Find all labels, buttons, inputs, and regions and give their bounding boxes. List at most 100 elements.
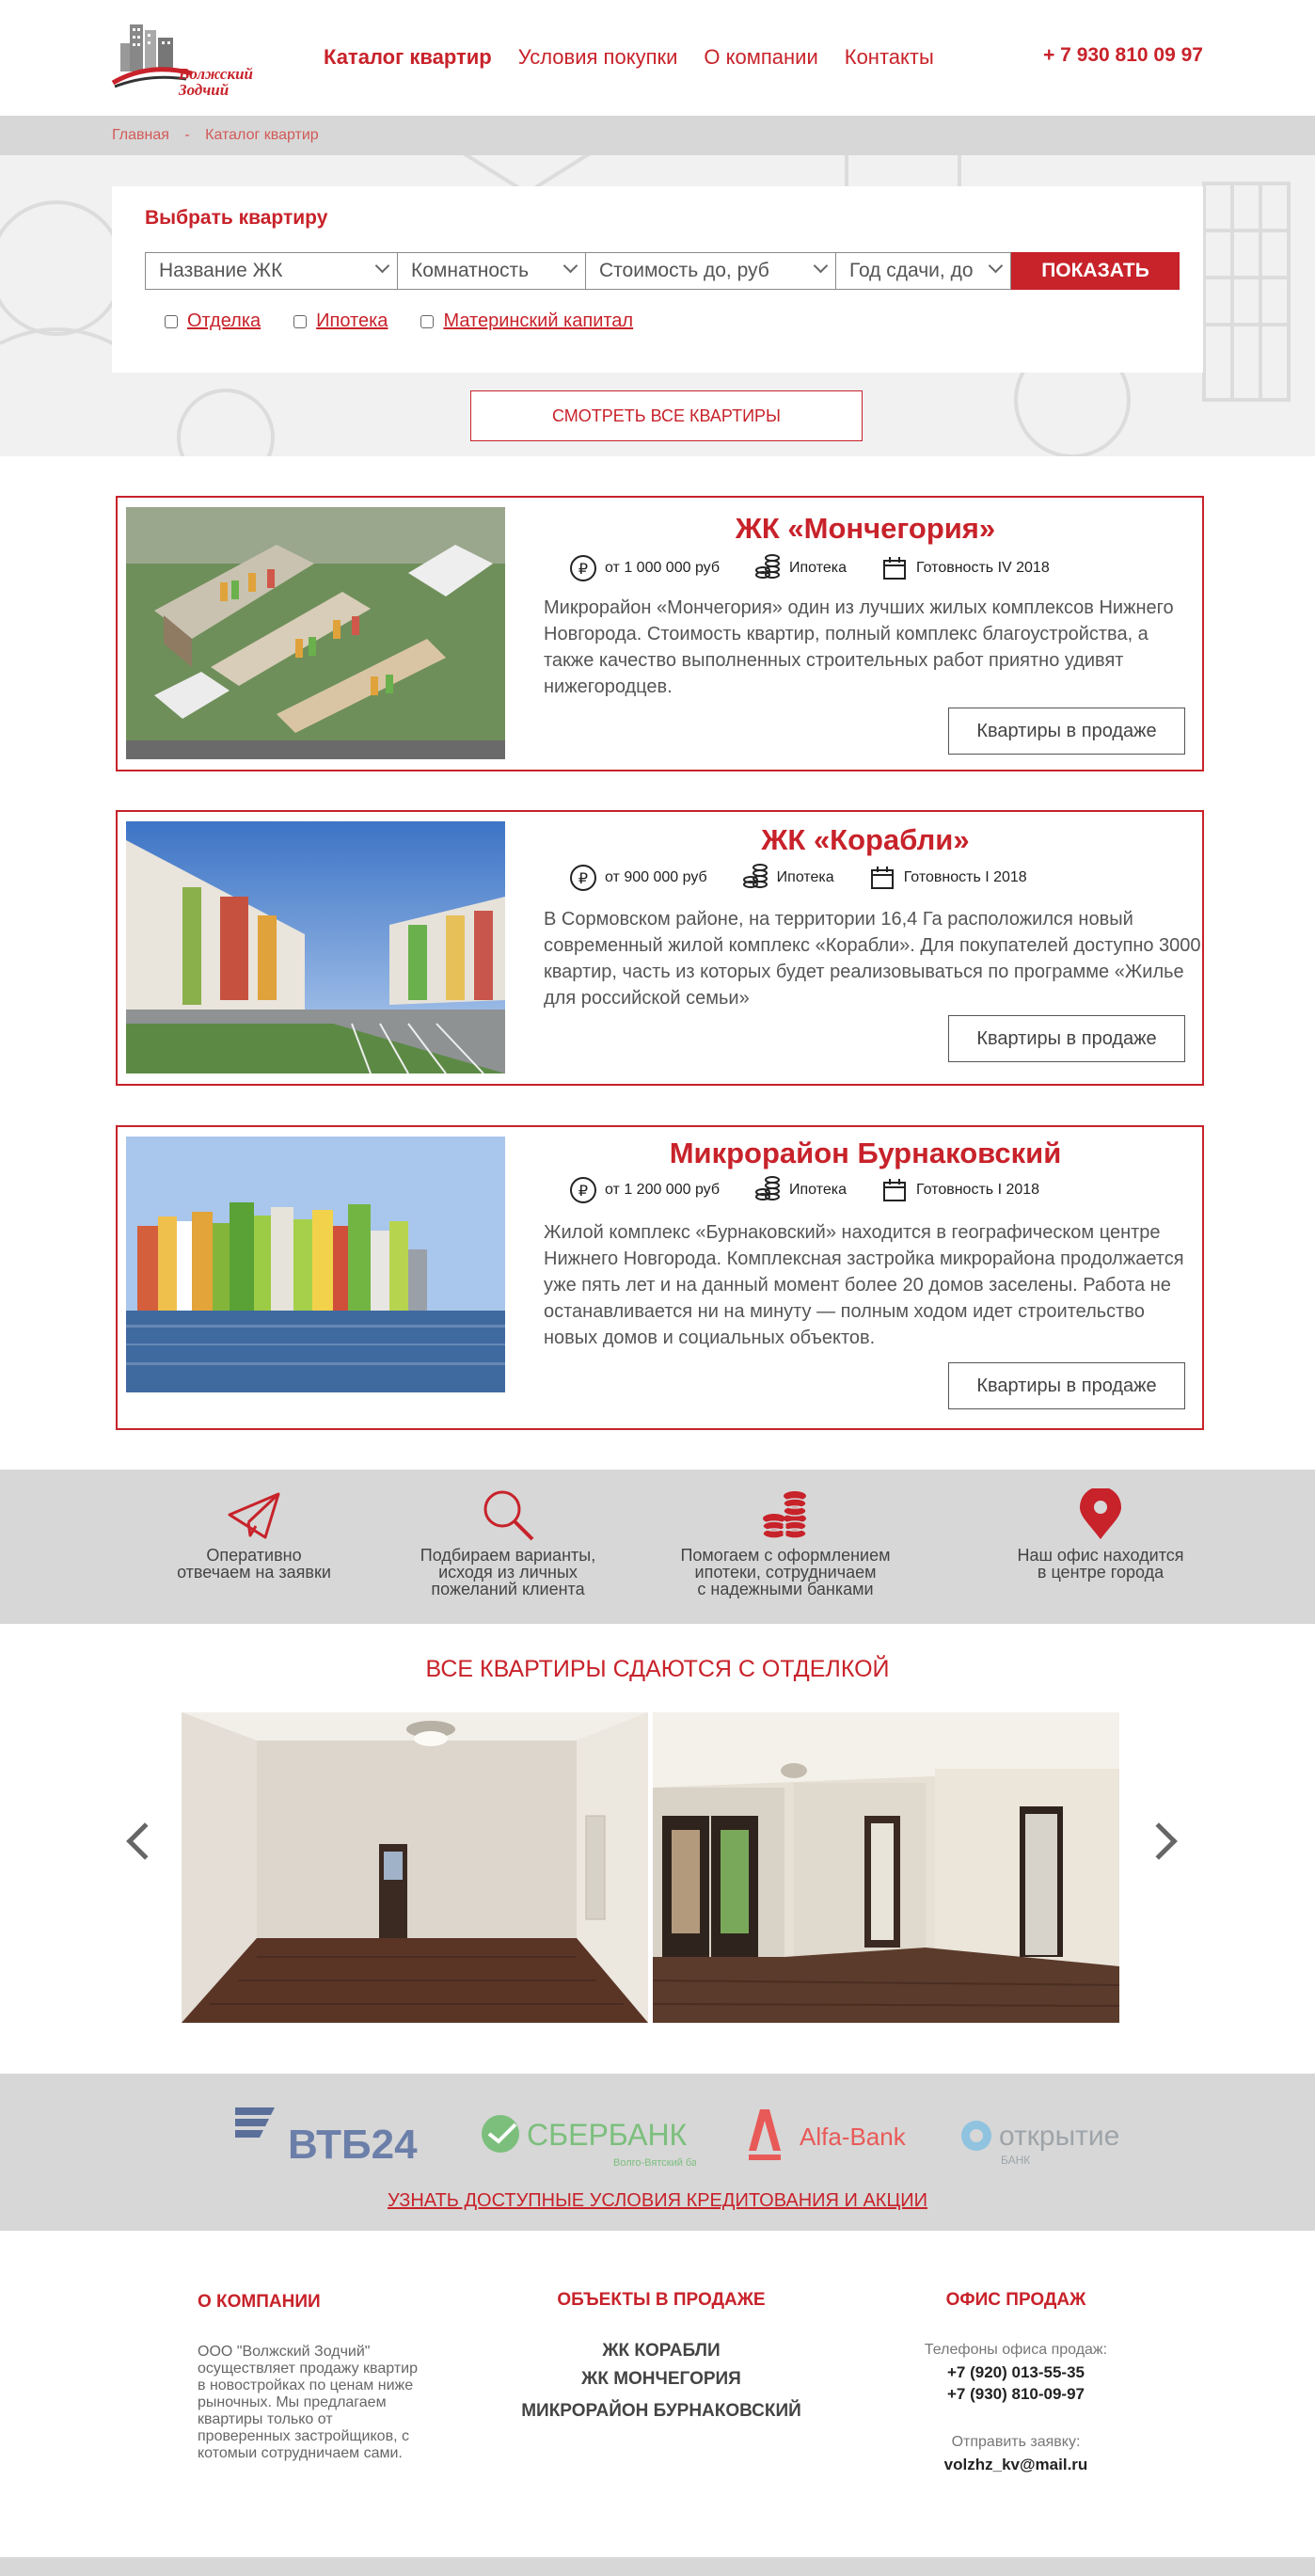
coins-icon bbox=[755, 1176, 781, 1201]
complex-photo[interactable] bbox=[126, 1137, 505, 1392]
mortgage-text: Ипотека bbox=[776, 869, 834, 885]
breadcrumb-bar: Главная - Каталог квартир bbox=[0, 116, 1315, 155]
feature-line: отвечаем на заявки bbox=[177, 1563, 331, 1582]
filter-complex-select[interactable]: Название ЖК bbox=[145, 252, 398, 290]
feature-office-location: Наш офис находится в центре города bbox=[983, 1488, 1218, 1581]
search-title: Выбрать квартиру bbox=[145, 207, 328, 229]
footer-office-title: ОФИС ПРОДАЖ bbox=[945, 2290, 1086, 2310]
ready-info: Готовность I 2018 bbox=[880, 1176, 1039, 1204]
mortgage-text: Ипотека bbox=[789, 1182, 848, 1198]
footer-object-link[interactable]: МИКРОРАЙОН БУРНАКОВСКИЙ bbox=[473, 2401, 849, 2422]
credit-conditions-link[interactable]: УЗНАТЬ ДОСТУПНЫЕ УСЛОВИЯ КРЕДИТОВАНИЯ И … bbox=[0, 2190, 1315, 2212]
finishing-title: ВСЕ КВАРТИРЫ СДАЮТСЯ С ОТДЕЛКОЙ bbox=[425, 1656, 890, 1682]
nav-purchase-terms[interactable]: Условия покупки bbox=[518, 45, 678, 70]
footer-phone-1[interactable]: +7 (920) 013-55-35 bbox=[875, 2363, 1157, 2382]
nav-about[interactable]: О компании bbox=[704, 45, 817, 70]
site-header: Волжский Зодчий Каталог квартир Условия … bbox=[0, 0, 1315, 116]
ready-info: Готовность I 2018 bbox=[868, 864, 1027, 892]
breadcrumb: Главная - Каталог квартир bbox=[112, 127, 319, 144]
mortgage-info: Ипотека bbox=[741, 864, 834, 892]
show-button[interactable]: ПОКАЗАТЬ bbox=[1011, 252, 1180, 290]
apartments-for-sale-button[interactable]: Квартиры в продаже bbox=[948, 708, 1185, 755]
ruble-icon: ₽ bbox=[570, 865, 596, 891]
slider-prev-arrow[interactable] bbox=[126, 1822, 164, 1860]
bank-logo-vtb[interactable]: ВТБ24 bbox=[233, 2104, 431, 2174]
complex-photo[interactable] bbox=[126, 507, 505, 759]
complex-photo[interactable] bbox=[126, 821, 505, 1073]
checkbox-mortgage[interactable]: Ипотека bbox=[293, 310, 388, 332]
bank-logo-sberbank[interactable]: СБЕРБАНК Волго-Вятский банк bbox=[480, 2104, 707, 2180]
footer-about-title: О КОМПАНИИ bbox=[198, 2292, 321, 2312]
logo-text: Волжский Зодчий bbox=[179, 66, 253, 98]
feature-selection: Подбираем варианты, исходя из личных пож… bbox=[395, 1488, 621, 1598]
checkbox-box[interactable] bbox=[165, 314, 178, 328]
footer-object-link[interactable]: ЖК МОНЧЕГОРИЯ bbox=[473, 2369, 849, 2390]
svg-text:Alfa-Bank: Alfa-Bank bbox=[800, 2123, 907, 2151]
calendar-icon bbox=[883, 557, 907, 580]
checkbox-row: Отделка Ипотека Материнский капитал bbox=[165, 310, 666, 332]
complex-title[interactable]: ЖК «Корабли» bbox=[536, 823, 1195, 857]
checkbox-box[interactable] bbox=[293, 314, 308, 328]
search-band: Выбрать квартиру Название ЖК Комнатность… bbox=[0, 155, 1315, 456]
price-text: от 1 200 000 руб bbox=[605, 1182, 721, 1198]
apartments-for-sale-button[interactable]: Квартиры в продаже bbox=[948, 1362, 1185, 1409]
bank-logo-otkrytie[interactable]: открытие БАНК bbox=[959, 2104, 1148, 2180]
feature-mortgage-help: Помогаем с оформлением ипотеки, сотрудни… bbox=[658, 1488, 912, 1598]
chevron-down-icon bbox=[562, 258, 578, 274]
feature-line: в центре города bbox=[1037, 1563, 1164, 1582]
checkbox-finishing[interactable]: Отделка bbox=[165, 310, 261, 332]
mortgage-info: Ипотека bbox=[753, 1176, 847, 1204]
complex-title[interactable]: ЖК «Мончегория» bbox=[536, 512, 1195, 546]
feature-line: исходя из личных bbox=[438, 1563, 578, 1582]
filter-rooms-select[interactable]: Комнатность bbox=[397, 252, 586, 290]
coins-icon bbox=[755, 554, 781, 579]
filter-year-select[interactable]: Год сдачи, до bbox=[835, 252, 1011, 290]
feature-line: Оперативно bbox=[206, 1546, 302, 1565]
calendar-icon bbox=[883, 1179, 907, 1201]
interior-slide[interactable] bbox=[182, 1712, 648, 2023]
checkbox-mortgage-label[interactable]: Ипотека bbox=[316, 310, 388, 332]
header-phone[interactable]: + 7 930 810 09 97 bbox=[1043, 44, 1203, 67]
interior-slider bbox=[182, 1712, 1119, 2023]
svg-text:₽: ₽ bbox=[578, 560, 588, 578]
mortgage-info: Ипотека bbox=[753, 554, 847, 582]
breadcrumb-separator: - bbox=[184, 127, 190, 143]
feature-line: Наш офис находится bbox=[1017, 1546, 1184, 1565]
complex-title[interactable]: Микрорайон Бурнаковский bbox=[536, 1137, 1195, 1170]
breadcrumb-home[interactable]: Главная bbox=[112, 127, 169, 143]
complex-meta: ₽ от 1 000 000 руб Ипотека Готовность IV… bbox=[569, 554, 1084, 582]
slider-next-arrow[interactable] bbox=[1140, 1822, 1178, 1860]
svg-text:₽: ₽ bbox=[578, 869, 588, 887]
feature-line: Помогаем с оформлением bbox=[680, 1546, 891, 1565]
footer-email[interactable]: volzhz_kv@mail.ru bbox=[875, 2456, 1157, 2474]
nav-contacts[interactable]: Контакты bbox=[845, 45, 934, 70]
filter-row: Название ЖК Комнатность Стоимость до, ру… bbox=[145, 252, 1180, 290]
footer-phone-2[interactable]: +7 (930) 810-09-97 bbox=[875, 2385, 1157, 2404]
checkbox-box[interactable] bbox=[420, 314, 435, 328]
chevron-down-icon bbox=[988, 258, 1004, 274]
checkbox-maternity-label[interactable]: Материнский капитал bbox=[443, 310, 633, 332]
view-all-apartments-button[interactable]: СМОТРЕТЬ ВСЕ КВАРТИРЫ bbox=[470, 390, 863, 441]
interior-slide[interactable] bbox=[653, 1712, 1119, 2023]
company-logo[interactable]: Волжский Зодчий bbox=[111, 21, 261, 100]
complex-card-monchegoria: ЖК «Мончегория» ₽ от 1 000 000 руб Ипоте… bbox=[116, 496, 1204, 771]
footer-object-link[interactable]: ЖК КОРАБЛИ bbox=[473, 2341, 849, 2361]
checkbox-finishing-label[interactable]: Отделка bbox=[187, 310, 261, 332]
breadcrumb-current[interactable]: Каталог квартир bbox=[205, 127, 319, 143]
svg-text:₽: ₽ bbox=[578, 1182, 588, 1200]
calendar-icon bbox=[870, 867, 894, 889]
mortgage-text: Ипотека bbox=[789, 560, 848, 576]
nav-catalog[interactable]: Каталог квартир bbox=[324, 45, 492, 70]
price-info: ₽ от 900 000 руб bbox=[569, 864, 707, 892]
checkbox-maternity-capital[interactable]: Материнский капитал bbox=[420, 310, 633, 332]
complex-description: Микрорайон «Мончегория» один из лучших ж… bbox=[544, 597, 1174, 697]
logo-text-line1: Волжский bbox=[179, 65, 253, 83]
svg-text:открытие: открытие bbox=[999, 2121, 1119, 2152]
filter-price-select[interactable]: Стоимость до, руб bbox=[585, 252, 836, 290]
bank-logo-alfa[interactable]: Alfa-Bank bbox=[745, 2104, 924, 2174]
vtb-logo-icon: ВТБ24 bbox=[235, 2107, 418, 2168]
complex-description: В Сормовском районе, на территории 16,4 … bbox=[544, 909, 1201, 1009]
price-info: ₽ от 1 000 000 руб bbox=[569, 554, 720, 582]
apartments-for-sale-button[interactable]: Квартиры в продаже bbox=[948, 1015, 1185, 1062]
coins-icon bbox=[742, 864, 768, 888]
